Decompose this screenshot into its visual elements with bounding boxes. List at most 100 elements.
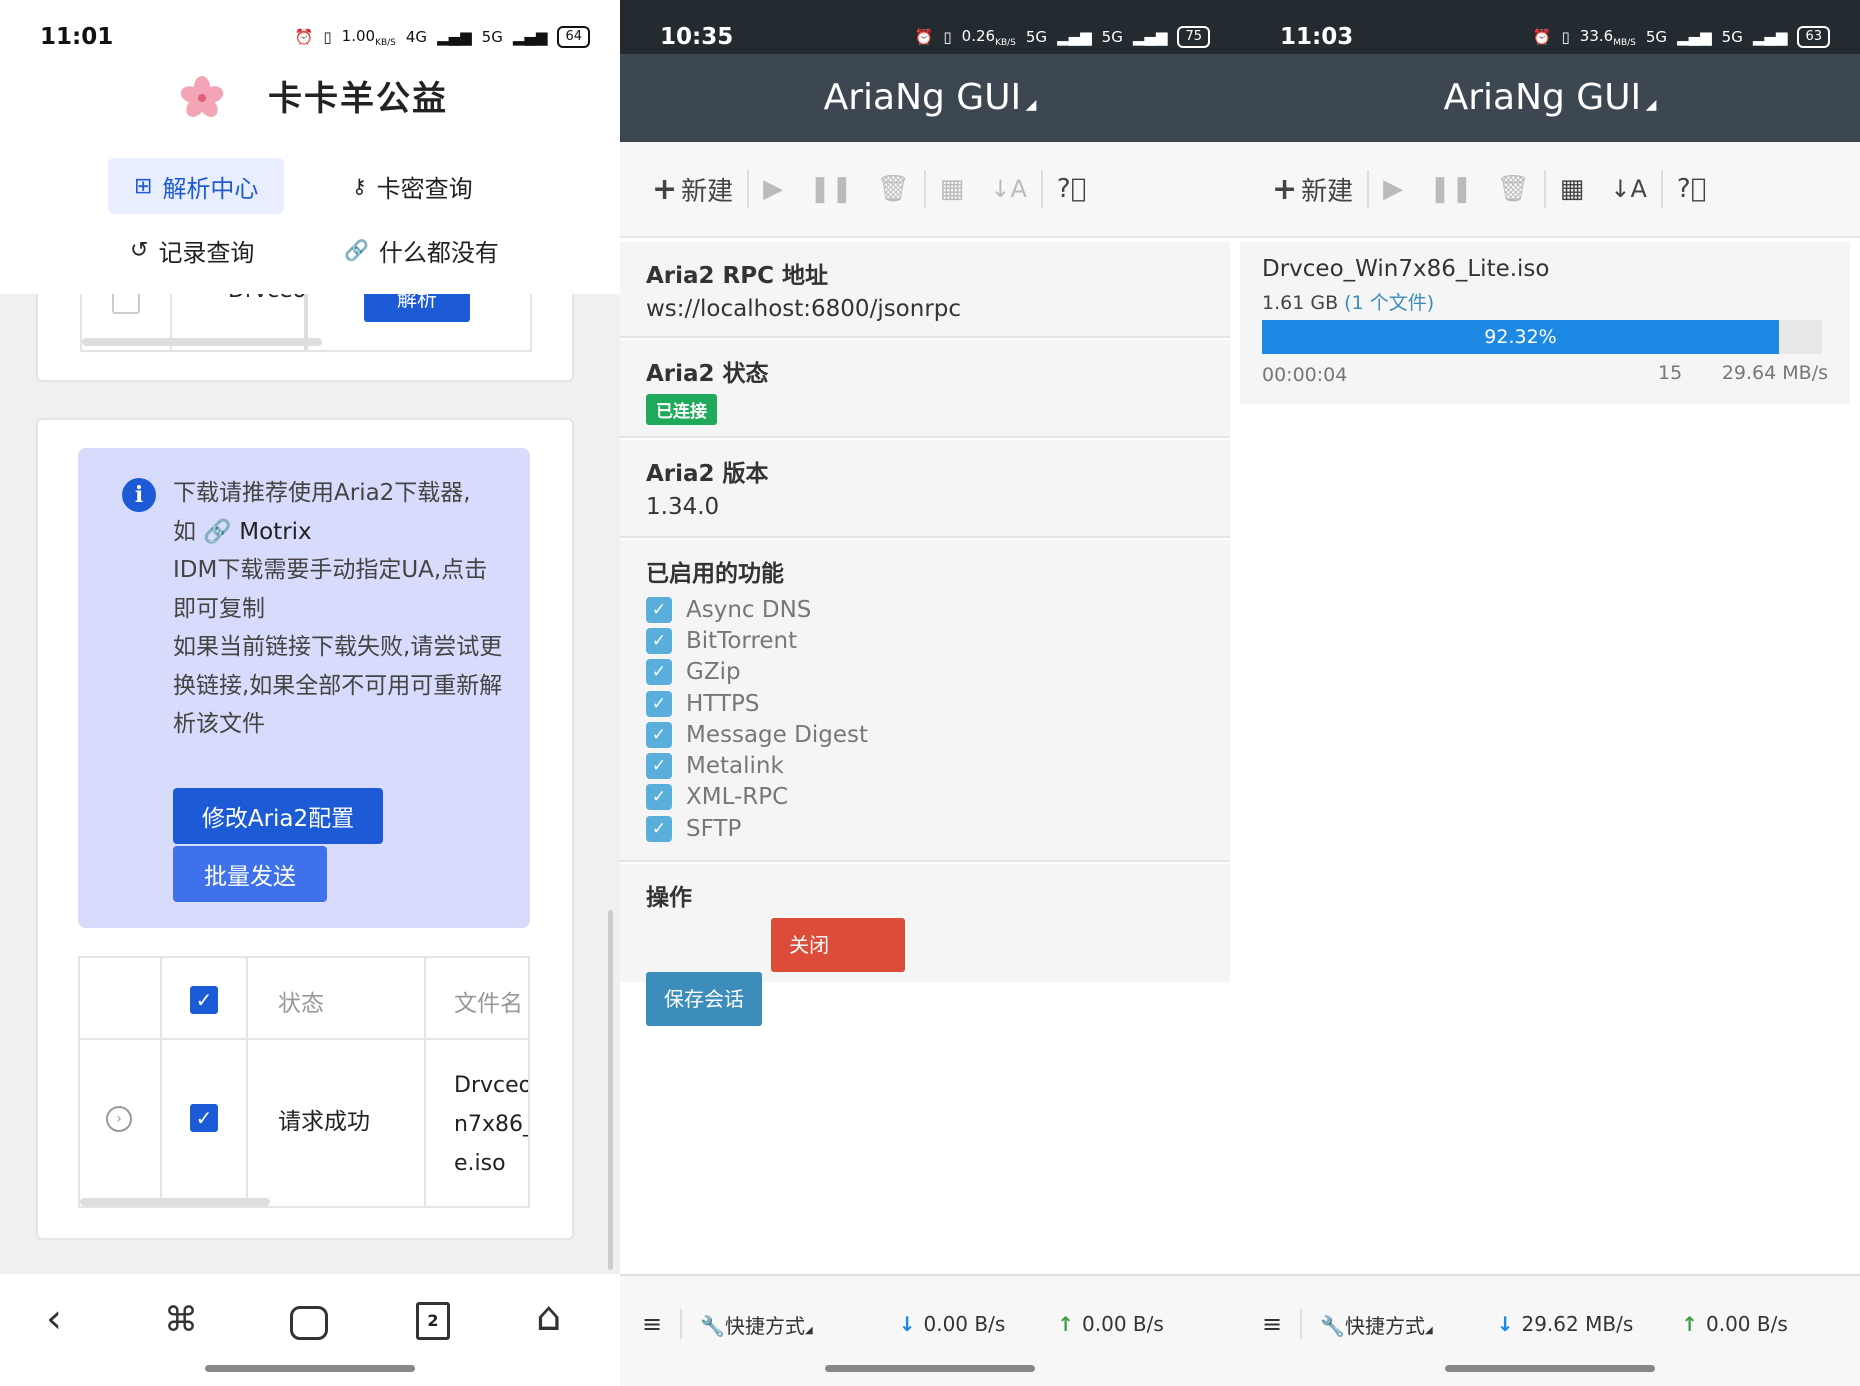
row-status: 请求成功: [278, 1109, 370, 1135]
aria2-state-section: Aria2 状态 已连接: [620, 340, 1230, 438]
row-checkbox[interactable]: ✓: [190, 1104, 218, 1132]
net-type-1: 5G: [1645, 28, 1668, 46]
net-type-2: 5G: [1721, 28, 1743, 46]
gesture-bar[interactable]: [205, 1365, 415, 1372]
start-icon[interactable]: ▶: [763, 169, 783, 209]
close-aria2-button[interactable]: 关闭 Aria2: [771, 918, 906, 1011]
home-icon[interactable]: ⌂: [536, 1294, 561, 1340]
back-icon[interactable]: ‹: [46, 1296, 62, 1342]
status-footer: ≡ 🔧快捷方式◢ ↓ 0.00 B/s ↑ 0.00 B/s: [620, 1274, 1240, 1386]
help-icon[interactable]: ?⃝: [1677, 169, 1706, 209]
pause-icon[interactable]: ❚❚: [809, 169, 853, 209]
vibrate-icon: ▯: [1561, 28, 1570, 46]
task-files-link[interactable]: (1 个文件): [1344, 292, 1434, 314]
checkbox-icon: ✓: [646, 690, 672, 717]
status-badge: 已连接: [646, 394, 717, 425]
feature-item: ✓ Message Digest: [646, 719, 1204, 750]
select-all-checkbox[interactable]: ✓: [190, 986, 218, 1014]
status-time: 11:03: [1280, 24, 1354, 50]
ariang-downloads-screen: 11:03 ⏰ ▯ 33.6MB/S 5G ▂▄▆ 5G ▂▄▆ 63 AriaNg …: [1240, 0, 1860, 1386]
hamburger-icon[interactable]: ≡: [642, 1310, 662, 1338]
apps-icon[interactable]: ⌘: [164, 1300, 198, 1340]
hamburger-icon[interactable]: ≡: [1262, 1310, 1282, 1338]
net-type-1: 4G: [405, 28, 428, 46]
horizontal-scrollbar[interactable]: [80, 1198, 270, 1206]
shortcut-button[interactable]: 🔧快捷方式◢: [1320, 1310, 1433, 1339]
upload-arrow-icon: ↑: [1681, 1312, 1698, 1336]
nav-nothing[interactable]: 🔗 什么都没有: [318, 222, 525, 278]
pause-icon[interactable]: ❚❚: [1429, 169, 1473, 209]
checkbox-icon: ✓: [646, 753, 672, 780]
signal-icon: ▂▄▆: [437, 28, 472, 46]
version-value: 1.34.0: [646, 494, 720, 520]
checkbox-icon: ✓: [646, 659, 672, 686]
grid-icon: ⊞: [134, 173, 153, 199]
gesture-bar[interactable]: [825, 1365, 1035, 1372]
status-time: 11:01: [40, 24, 114, 50]
row-filename: Drvceo n7x86_ e.iso: [454, 1073, 530, 1176]
menu-icon[interactable]: [290, 1306, 328, 1340]
app-title-bar[interactable]: AriaNg GUI ◢: [620, 54, 1240, 142]
feature-item: ✓ BitTorrent: [646, 625, 1204, 656]
header-status: 状态: [278, 991, 324, 1017]
feature-item: ✓ GZip: [646, 657, 1204, 688]
rpc-address-section: Aria2 RPC 地址 ws://localhost:6800/jsonrpc: [620, 242, 1230, 338]
net-type-2: 5G: [481, 28, 503, 46]
sort-icon[interactable]: ↓A: [990, 169, 1027, 209]
net-speed: 0.26KB/S: [961, 26, 1016, 48]
help-icon[interactable]: ?⃝: [1057, 169, 1086, 209]
app-title: AriaNg GUI: [1443, 77, 1642, 118]
idm-tip[interactable]: IDM下载需要手动指定UA,点击即可复制: [173, 551, 503, 628]
state-title: Aria2 状态: [646, 361, 769, 387]
sort-icon[interactable]: ↓A: [1610, 169, 1647, 209]
task-size: 1.61 GB: [1262, 292, 1339, 314]
result-table: ✓ 状态 文件名 › ✓ 请求成功 Drvceo n7x86_ e.iso: [78, 956, 530, 1208]
checkbox-icon: ✓: [646, 815, 672, 842]
info-alert: i 下载请推荐使用Aria2下载器, 如 🔗 Motrix IDM下载需要手动指…: [78, 448, 530, 928]
nav-parse-center[interactable]: ⊞ 解析中心: [108, 158, 285, 214]
motrix-link[interactable]: Motrix: [239, 519, 311, 545]
nav-record-query[interactable]: ↺ 记录查询: [104, 222, 280, 278]
toolbar: + 新建 ▶ ❚❚ 🗑 ▦ ↓A ?⃝: [1240, 142, 1860, 238]
delete-icon[interactable]: 🗑: [1497, 169, 1530, 209]
save-session-button[interactable]: 保存会话: [646, 972, 762, 1026]
select-all-icon[interactable]: ▦: [940, 169, 965, 209]
signal-icon: ▂▄▆: [1057, 28, 1092, 46]
shortcut-button[interactable]: 🔧快捷方式◢: [700, 1310, 813, 1339]
feature-item: ✓ XML-RPC: [646, 782, 1204, 813]
vibrate-icon: ▯: [323, 28, 332, 46]
sakura-logo-icon: [180, 76, 224, 117]
rpc-title: Aria2 RPC 地址: [646, 263, 829, 289]
gesture-bar[interactable]: [1445, 1365, 1655, 1372]
select-all-icon[interactable]: ▦: [1560, 169, 1585, 209]
rpc-value: ws://localhost:6800/jsonrpc: [646, 296, 962, 322]
new-task-button[interactable]: + 新建: [1272, 169, 1353, 209]
new-task-button[interactable]: + 新建: [652, 169, 733, 209]
nav-card-query[interactable]: ⚷ 卡密查询: [326, 158, 499, 214]
signal-icon: ▂▄▆: [512, 28, 548, 46]
tabs-icon[interactable]: 2: [416, 1302, 450, 1340]
download-speed: 29.62 MB/s: [1521, 1312, 1634, 1336]
browser-bottom-nav: ‹ ⌘ 2 ⌂: [0, 1274, 620, 1386]
net-type-1: 5G: [1025, 28, 1048, 46]
wrench-icon: 🔧: [700, 1313, 726, 1338]
page-scrollbar[interactable]: [608, 910, 613, 1270]
delete-icon[interactable]: 🗑: [877, 169, 910, 209]
download-arrow-icon: ↓: [1496, 1312, 1514, 1336]
download-task[interactable]: Drvceo_Win7x86_Lite.iso 1.61 GB (1 个文件) …: [1240, 242, 1850, 404]
aria2-config-button[interactable]: 修改Aria2配置: [173, 788, 383, 844]
horizontal-scrollbar[interactable]: [82, 338, 322, 346]
battery-icon: 63: [1797, 26, 1830, 48]
features-section: 已启用的功能 ✓ Async DNS ✓ BitTorrent ✓ GZip ✓ HTT…: [620, 540, 1230, 862]
browser-screen: 11:01 ⏰ ▯ 1.00KB/S 4G ▂▄▆ 5G ▂▄▆ 64 Drvceo…: [0, 0, 620, 1386]
start-icon[interactable]: ▶: [1383, 169, 1403, 209]
expand-icon[interactable]: ›: [106, 1106, 132, 1132]
key-icon: ⚷: [352, 174, 367, 198]
alarm-icon: ⏰: [914, 28, 934, 46]
link-icon: 🔗: [344, 238, 369, 262]
checkbox-icon: ✓: [646, 721, 672, 748]
vibrate-icon: ▯: [943, 28, 952, 46]
app-title-bar[interactable]: AriaNg GUI ◢: [1240, 54, 1860, 142]
batch-send-button[interactable]: 批量发送: [173, 846, 327, 902]
checkbox-icon: ✓: [646, 627, 672, 654]
